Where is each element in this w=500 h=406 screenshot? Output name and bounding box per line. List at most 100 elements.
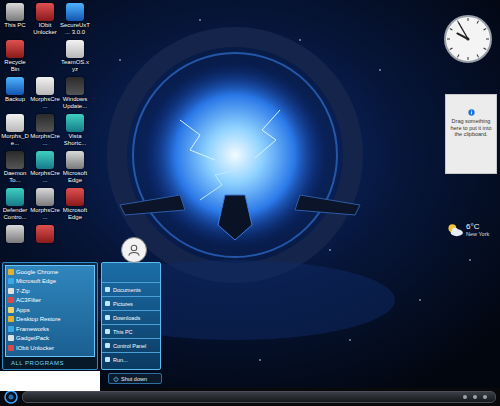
programs-panel: Google Chrome Microsoft Edge 7-Zip AC3Fi… <box>2 262 98 370</box>
start-menu-body: Google Chrome Microsoft Edge 7-Zip AC3Fi… <box>0 262 162 370</box>
shortcut-icon[interactable] <box>66 114 84 132</box>
start-menu-footer: Shut down <box>0 371 162 391</box>
user-avatar[interactable] <box>121 237 147 263</box>
place-item[interactable]: Downloads <box>102 310 160 324</box>
desktop-icon[interactable] <box>30 224 60 261</box>
tray-icon[interactable] <box>463 395 467 399</box>
desktop-icon[interactable]: Morphs_De... <box>0 113 30 150</box>
shortcut-icon[interactable] <box>6 114 24 132</box>
tray-icon[interactable] <box>473 395 477 399</box>
shortcut-icon[interactable] <box>6 3 24 21</box>
place-item[interactable]: Run... <box>102 352 160 366</box>
empty-slot <box>30 39 60 76</box>
clipboard-message: Drag something here to put it into the c… <box>449 118 493 138</box>
folder-icon <box>105 329 110 334</box>
desktop-icon[interactable]: MorphsCre... <box>30 76 60 113</box>
desktop-icon-label: MorphsCre... <box>30 207 60 220</box>
program-item[interactable]: AC3Filter <box>6 296 94 306</box>
desktop-icon[interactable]: MorphsCre... <box>30 150 60 187</box>
desktop-icon[interactable]: MorphsCre... <box>30 113 60 150</box>
folder-icon <box>105 287 110 292</box>
sun-cloud-icon <box>446 223 464 237</box>
shortcut-icon[interactable] <box>36 3 54 21</box>
desktop-icon[interactable]: This PC <box>0 2 30 39</box>
shortcut-icon[interactable] <box>66 77 84 95</box>
desktop-icon[interactable]: SecureUxT... 3.0.0 <box>60 2 90 39</box>
power-icon <box>113 376 119 382</box>
program-icon <box>8 335 14 341</box>
program-item[interactable]: GadgetPack <box>6 334 94 344</box>
shortcut-icon[interactable] <box>6 188 24 206</box>
place-item[interactable]: Documents <box>102 282 160 296</box>
folder-icon <box>105 301 110 306</box>
start-button[interactable] <box>4 390 18 404</box>
desktop-icon[interactable]: Backup <box>0 76 30 113</box>
shortcut-icon[interactable] <box>66 40 84 58</box>
clipboard-widget[interactable]: Drag something here to put it into the c… <box>445 94 497 174</box>
shut-down-button[interactable]: Shut down <box>108 373 162 384</box>
place-label: Pictures <box>113 301 133 307</box>
desktop-icon[interactable]: TeamOS.xyz <box>60 39 90 76</box>
shortcut-icon[interactable] <box>36 225 54 243</box>
all-programs-button[interactable]: ALL PROGRAMS <box>5 357 95 367</box>
program-label: 7-Zip <box>16 288 30 294</box>
weather-info: 6°C New York <box>466 222 489 237</box>
city: New York <box>466 231 489 237</box>
shortcut-icon[interactable] <box>6 40 24 58</box>
places-panel: Documents Pictures Downloads This PC Con… <box>101 262 161 370</box>
program-label: Frameworks <box>16 326 49 332</box>
desktop-icon[interactable]: Defender Contro... <box>0 187 30 224</box>
shortcut-icon[interactable] <box>66 3 84 21</box>
desktop-icon[interactable]: Daemon To... <box>0 150 30 187</box>
desktop-icon[interactable]: Microsoft Edge <box>60 150 90 187</box>
desktop-icon-label: TeamOS.xyz <box>60 59 90 72</box>
program-item[interactable]: 7-Zip <box>6 286 94 296</box>
desktop-icon[interactable]: MorphsCre... <box>30 187 60 224</box>
program-item[interactable]: Microsoft Edge <box>6 277 94 287</box>
shortcut-icon[interactable] <box>6 77 24 95</box>
place-item[interactable]: This PC <box>102 324 160 338</box>
place-item[interactable]: Pictures <box>102 296 160 310</box>
shortcut-icon[interactable] <box>36 114 54 132</box>
blank-area <box>0 371 100 391</box>
info-icon <box>468 109 475 116</box>
shortcut-icon[interactable] <box>66 151 84 169</box>
desktop-icon[interactable]: Microsoft Edge <box>60 187 90 224</box>
program-item[interactable]: Frameworks <box>6 324 94 334</box>
desktop-icon[interactable]: Recycle Bin <box>0 39 30 76</box>
desktop-icon[interactable]: IObit Unlocker <box>30 2 60 39</box>
desktop-icon-label: IObit Unlocker <box>30 22 60 35</box>
start-orb-icon <box>4 390 18 404</box>
folder-icon <box>105 343 110 348</box>
program-icon <box>8 297 14 303</box>
minute-hand <box>459 23 468 39</box>
desktop-icon-label: Windows Update... <box>60 96 90 109</box>
program-item[interactable]: Desktop Restore <box>6 315 94 325</box>
program-item[interactable]: Google Chrome <box>6 267 94 277</box>
shortcut-icon[interactable] <box>36 188 54 206</box>
desktop-icon-column: IObit Unlocker MorphsCre... MorphsCre...… <box>30 2 60 261</box>
folder-icon <box>105 315 110 320</box>
shortcut-icon[interactable] <box>6 151 24 169</box>
desktop-icon[interactable] <box>0 224 30 261</box>
shortcut-icon[interactable] <box>36 151 54 169</box>
program-icon <box>8 288 14 294</box>
shortcut-icon[interactable] <box>36 77 54 95</box>
desktop-icon[interactable]: Windows Update... <box>60 76 90 113</box>
desktop-icon-label: Backup <box>0 96 30 103</box>
program-item[interactable]: IObit Unlocker <box>6 343 94 353</box>
program-icon <box>8 278 14 284</box>
desktop-icon-column: This PC Recycle Bin Backup Morphs_De... … <box>0 2 30 261</box>
program-icon <box>8 307 14 313</box>
program-item[interactable]: Apps <box>6 305 94 315</box>
temperature: 6°C <box>466 222 479 231</box>
program-label: IObit Unlocker <box>16 345 54 351</box>
program-label: Desktop Restore <box>16 316 61 322</box>
program-icon <box>8 345 14 351</box>
shortcut-icon[interactable] <box>6 225 24 243</box>
shortcut-icon[interactable] <box>66 188 84 206</box>
place-item[interactable]: Control Panel <box>102 338 160 352</box>
tray-icon[interactable] <box>483 395 487 399</box>
desktop-icon[interactable]: Vista Shortc... <box>60 113 90 150</box>
program-label: Microsoft Edge <box>16 278 56 284</box>
